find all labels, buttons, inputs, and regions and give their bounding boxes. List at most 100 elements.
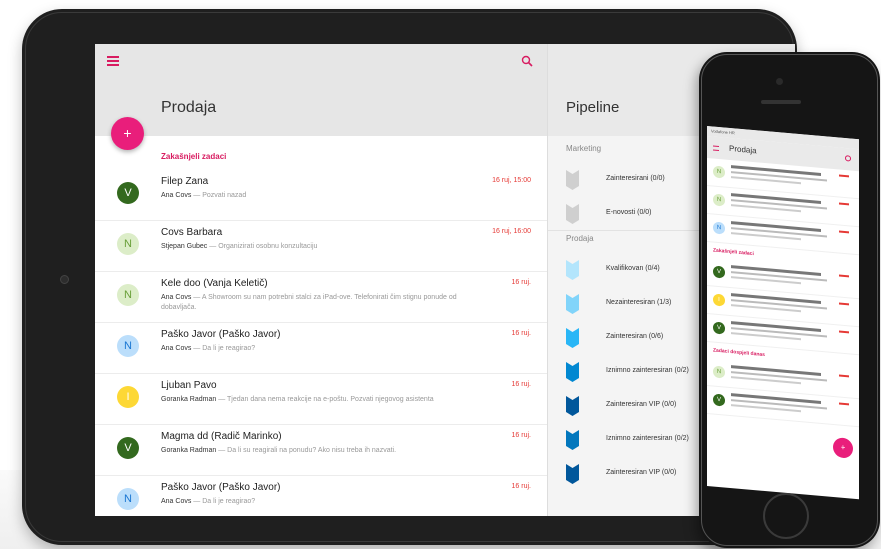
chevron-stage-icon bbox=[566, 464, 579, 484]
pipeline-stage-label: Zainteresirani (0/0) bbox=[606, 175, 665, 182]
task-date: 16 ruj, 15:00 bbox=[492, 177, 531, 184]
avatar: I bbox=[713, 293, 725, 307]
task-date: 16 ruj. bbox=[511, 279, 531, 286]
task-note: Organizirati osobnu konzultaciju bbox=[218, 243, 318, 250]
avatar: N bbox=[713, 193, 725, 207]
avatar: N bbox=[713, 165, 725, 179]
task-date: 16 ruj. bbox=[511, 432, 531, 439]
date-mark bbox=[839, 230, 849, 234]
search-icon[interactable] bbox=[521, 55, 533, 67]
task-detail: Goranka Radman — Da li su reagirali na p… bbox=[161, 447, 397, 454]
chevron-stage-icon bbox=[566, 430, 579, 450]
pipeline-title: Pipeline bbox=[566, 99, 620, 116]
task-detail: Ana Covs — Pozvati nazad bbox=[161, 192, 247, 199]
phone-task-list: N N N bbox=[707, 158, 859, 256]
pipeline-stage-label: Iznimno zainteresiran (0/2) bbox=[606, 367, 689, 374]
task-assignee: Goranka Radman bbox=[161, 447, 217, 454]
avatar: N bbox=[117, 284, 139, 306]
avatar: V bbox=[713, 321, 725, 335]
task-row[interactable]: N Covs Barbara Stjepan Gubec — Organizir… bbox=[95, 221, 547, 272]
task-note: A Showroom su nam potrebni stalci za iPa… bbox=[161, 294, 457, 311]
date-mark bbox=[839, 202, 849, 206]
add-button[interactable]: + bbox=[111, 117, 144, 150]
overdue-section-label: Zakašnjeli zadaci bbox=[161, 152, 227, 161]
task-assignee: Ana Covs bbox=[161, 345, 192, 352]
avatar: N bbox=[117, 335, 139, 357]
avatar: N bbox=[713, 365, 725, 379]
task-title: Filep Zana bbox=[161, 176, 209, 187]
avatar: N bbox=[713, 221, 725, 235]
chevron-stage-icon bbox=[566, 204, 579, 224]
phone-add-button[interactable]: + bbox=[833, 437, 853, 459]
pipeline-stage-label: Iznimno zainteresiran (0/2) bbox=[606, 435, 689, 442]
pipeline-stage-label: Zainteresiran VIP (0/0) bbox=[606, 469, 677, 476]
task-title: Magma dd (Radič Marinko) bbox=[161, 431, 282, 442]
phone-title: Prodaja bbox=[729, 143, 757, 156]
task-date: 16 ruj, 16:00 bbox=[492, 228, 531, 235]
pipeline-group-label: Prodaja bbox=[566, 234, 594, 243]
task-note: Tjedan dana nema reakcije na e-poštu. Po… bbox=[227, 396, 434, 403]
task-row[interactable]: V Magma dd (Radič Marinko) Goranka Radma… bbox=[95, 425, 547, 476]
task-row[interactable]: N Paško Javor (Paško Javor) Ana Covs — D… bbox=[95, 323, 547, 374]
task-detail: Ana Covs — A Showroom su nam potrebni st… bbox=[161, 294, 457, 311]
task-title: Paško Javor (Paško Javor) bbox=[161, 329, 281, 340]
pipeline-stage-label: Nezainteresiran (1/3) bbox=[606, 299, 672, 306]
task-detail: Stjepan Gubec — Organizirati osobnu konz… bbox=[161, 243, 318, 250]
pipeline-stage-label: Zainteresiran (0/6) bbox=[606, 333, 664, 340]
phone-home-button[interactable] bbox=[763, 493, 809, 539]
tablet-camera bbox=[60, 275, 69, 284]
task-note: Da li su reagirali na ponudu? Ako nisu t… bbox=[227, 447, 397, 454]
task-title: Covs Barbara bbox=[161, 227, 223, 238]
group-divider bbox=[548, 230, 718, 231]
avatar: I bbox=[117, 386, 139, 408]
task-title: Paško Javor (Paško Javor) bbox=[161, 482, 281, 493]
date-mark bbox=[839, 174, 849, 178]
phone-task-list-3: N V bbox=[707, 358, 859, 428]
tablet-screen: Prodaja + Zakašnjeli zadaci V Filep Zana… bbox=[95, 44, 795, 516]
task-title: Ljuban Pavo bbox=[161, 380, 217, 391]
phone-search-icon[interactable] bbox=[845, 155, 851, 162]
task-assignee: Ana Covs bbox=[161, 498, 192, 505]
chevron-stage-icon bbox=[566, 260, 579, 280]
app-bar: Prodaja bbox=[95, 44, 547, 136]
hamburger-menu-icon[interactable] bbox=[107, 56, 119, 66]
task-detail: Ana Covs — Da li je reagirao? bbox=[161, 345, 256, 352]
phone-device: Vodafone HR Prodaja N N N Zakašnjeli zad… bbox=[699, 52, 880, 548]
task-detail: Ana Covs — Da li je reagirao? bbox=[161, 498, 256, 505]
phone-camera bbox=[776, 78, 783, 85]
task-row[interactable]: V Filep Zana Ana Covs — Pozvati nazad 16… bbox=[95, 170, 547, 221]
date-mark bbox=[839, 402, 849, 406]
avatar: N bbox=[117, 233, 139, 255]
task-assignee: Ana Covs bbox=[161, 294, 192, 301]
task-row[interactable]: N Paško Javor (Paško Javor) Ana Covs — D… bbox=[95, 476, 547, 516]
page-title: Prodaja bbox=[161, 99, 217, 116]
chevron-stage-icon bbox=[566, 362, 579, 382]
task-list: V Filep Zana Ana Covs — Pozvati nazad 16… bbox=[95, 170, 547, 516]
date-mark bbox=[839, 330, 849, 334]
task-title: Kele doo (Vanja Keletič) bbox=[161, 278, 268, 289]
task-date: 16 ruj. bbox=[511, 381, 531, 388]
task-assignee: Ana Covs bbox=[161, 192, 192, 199]
chevron-stage-icon bbox=[566, 170, 579, 190]
date-mark bbox=[839, 374, 849, 378]
task-date: 16 ruj. bbox=[511, 330, 531, 337]
phone-menu-icon[interactable] bbox=[713, 145, 719, 152]
task-assignee: Stjepan Gubec bbox=[161, 243, 208, 250]
pipeline-group-label: Marketing bbox=[566, 144, 602, 153]
task-note: Pozvati nazad bbox=[202, 192, 247, 199]
task-detail: Goranka Radman — Tjedan dana nema reakci… bbox=[161, 396, 434, 403]
task-row[interactable]: I Ljuban Pavo Goranka Radman — Tjedan da… bbox=[95, 374, 547, 425]
chevron-stage-icon bbox=[566, 294, 579, 314]
phone-screen: Vodafone HR Prodaja N N N Zakašnjeli zad… bbox=[707, 126, 859, 500]
pipeline-stage-label: Kvalifikovan (0/4) bbox=[606, 265, 660, 272]
avatar: V bbox=[117, 182, 139, 204]
avatar: V bbox=[713, 393, 725, 407]
task-row[interactable]: N Kele doo (Vanja Keletič) Ana Covs — A … bbox=[95, 272, 547, 323]
date-mark bbox=[839, 302, 849, 306]
date-mark bbox=[839, 274, 849, 278]
chevron-stage-icon bbox=[566, 328, 579, 348]
pipeline-stage-label: Zainteresiran VIP (0/0) bbox=[606, 401, 677, 408]
chevron-stage-icon bbox=[566, 396, 579, 416]
pipeline-stage-label: E-novosti (0/0) bbox=[606, 209, 652, 216]
task-date: 16 ruj. bbox=[511, 483, 531, 490]
